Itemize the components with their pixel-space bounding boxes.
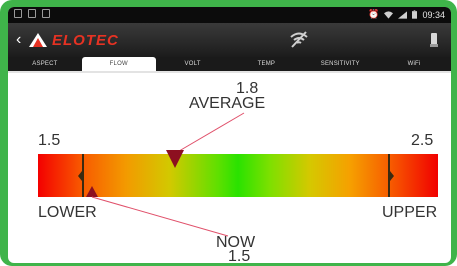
average-pointer-icon [166,150,184,168]
upper-marker-arrow-icon [390,171,394,181]
app-screen: ⏰ 09:34 ‹ ELOTEC ASPECT FLOW VOLT TEMP S… [8,7,451,263]
average-pointer-line [173,112,245,155]
lower-marker-arrow-icon [78,171,82,181]
gauge-pointers [78,112,394,237]
upper-label: UPPER [382,204,438,221]
now-pointer-line [91,196,229,237]
now-value: 1.5 [228,248,251,264]
device-frame: ⏰ 09:34 ‹ ELOTEC ASPECT FLOW VOLT TEMP S… [0,0,457,266]
lower-label: LOWER [38,204,97,221]
now-pointer-icon [86,186,98,197]
